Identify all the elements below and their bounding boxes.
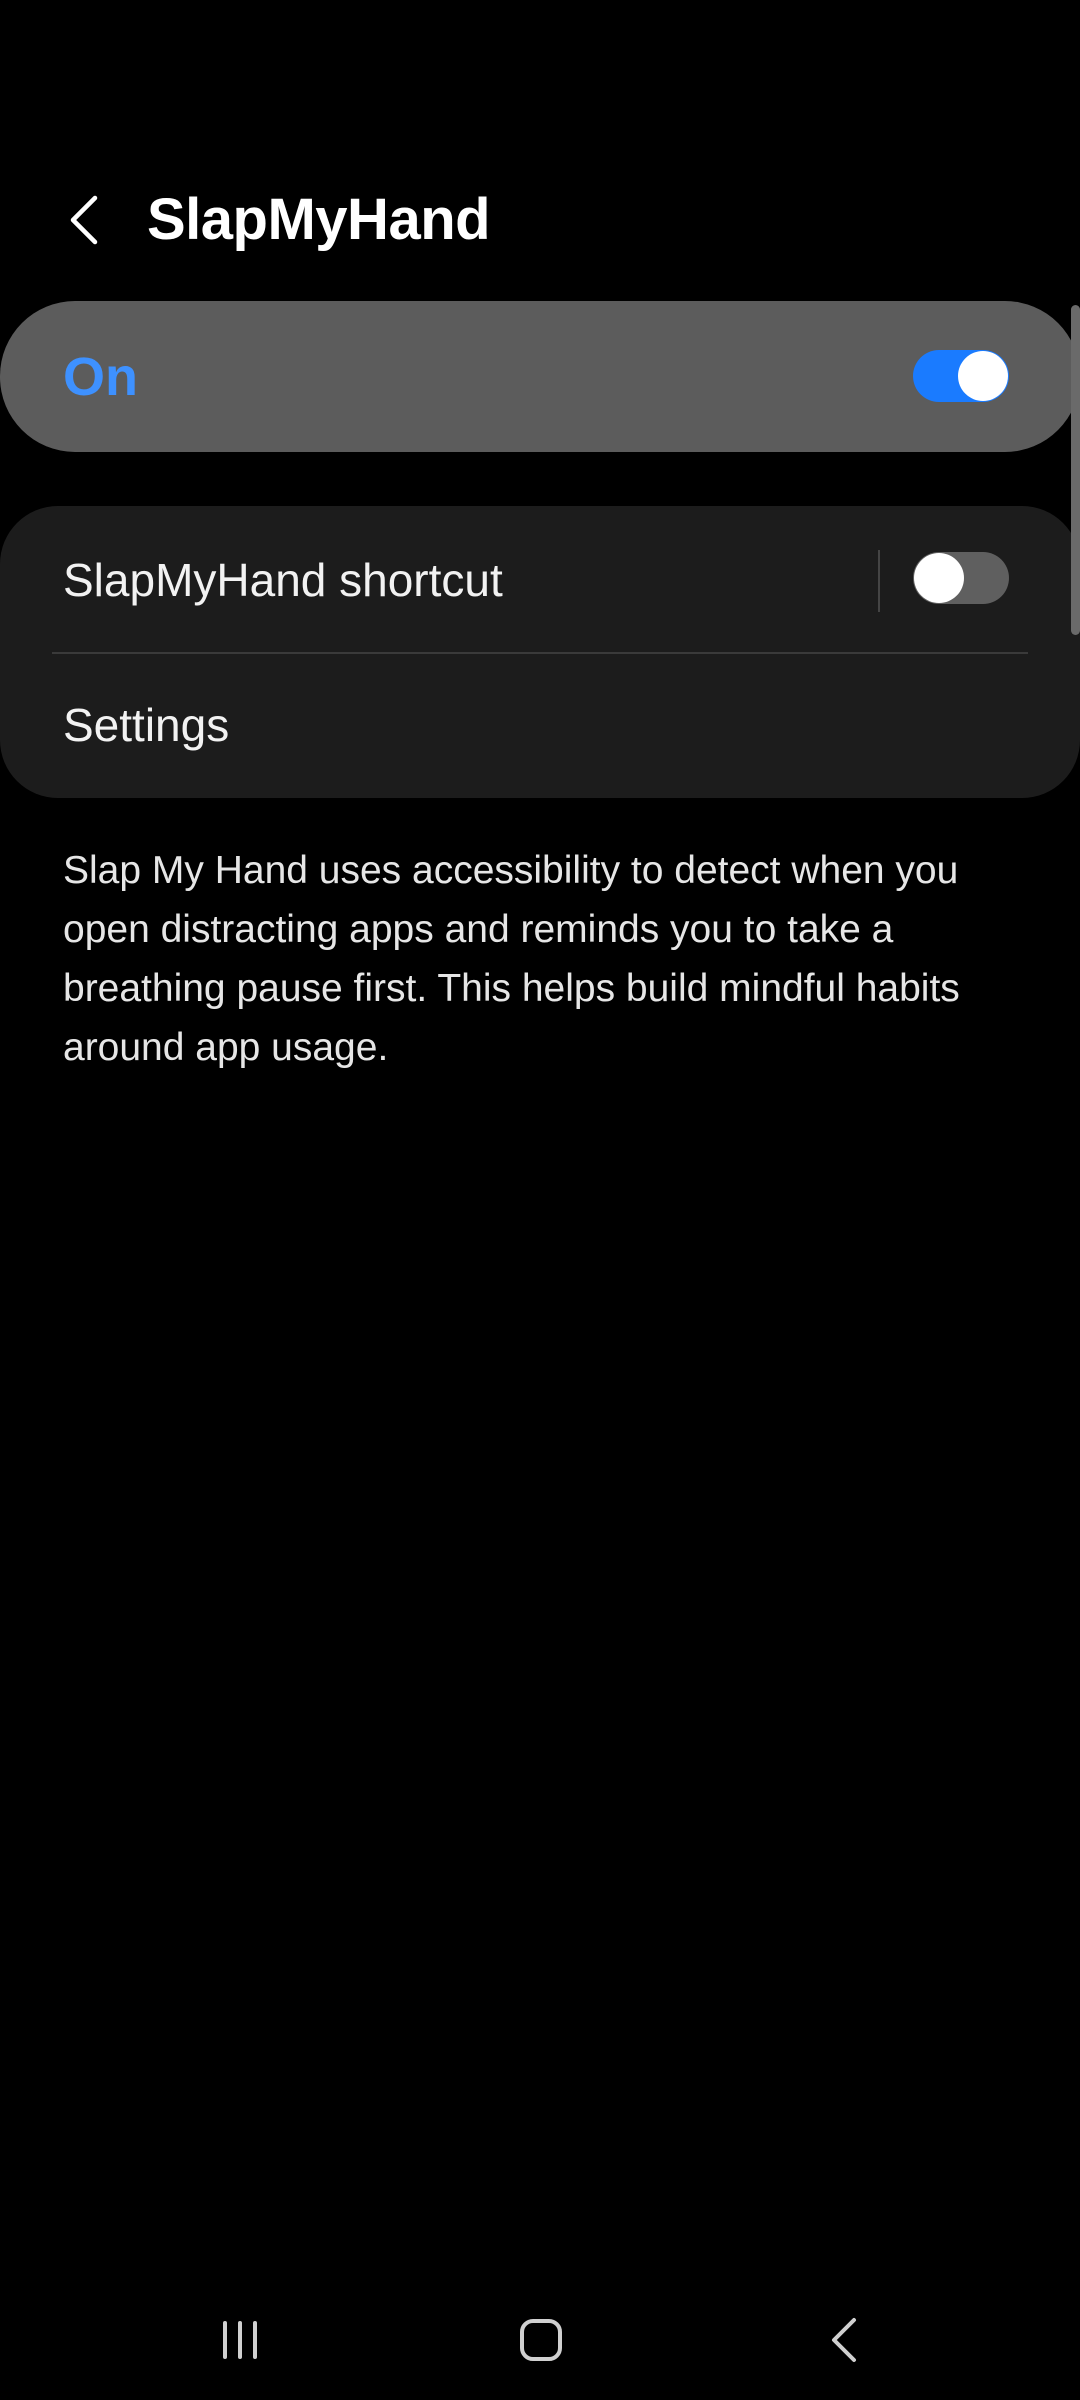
back-button[interactable]: [50, 180, 120, 260]
master-switch-label: On: [63, 347, 138, 407]
shortcut-toggle[interactable]: [913, 552, 1009, 604]
nav-back-button[interactable]: [775, 2290, 915, 2390]
page-title: SlapMyHand: [147, 187, 491, 252]
settings-label: Settings: [63, 699, 230, 751]
navigation-bar: [0, 2290, 1080, 2390]
shortcut-label: SlapMyHand shortcut: [63, 554, 503, 606]
toggle-knob: [958, 351, 1008, 401]
scroll-indicator: [1071, 305, 1080, 635]
toggle-knob: [914, 553, 964, 603]
settings-row[interactable]: Settings: [0, 654, 1080, 798]
description-text: Slap My Hand uses accessibility to detec…: [63, 849, 960, 1069]
app-bar: SlapMyHand: [0, 150, 1080, 290]
chevron-left-icon: [70, 195, 98, 245]
back-icon: [832, 2318, 856, 2362]
recents-icon: [223, 2321, 257, 2359]
home-icon: [520, 2319, 562, 2361]
recents-button[interactable]: [170, 2290, 310, 2390]
master-toggle[interactable]: [913, 350, 1009, 402]
home-button[interactable]: [471, 2290, 611, 2390]
vertical-divider: [878, 550, 880, 612]
options-card: SlapMyHand shortcut Settings: [0, 506, 1080, 798]
